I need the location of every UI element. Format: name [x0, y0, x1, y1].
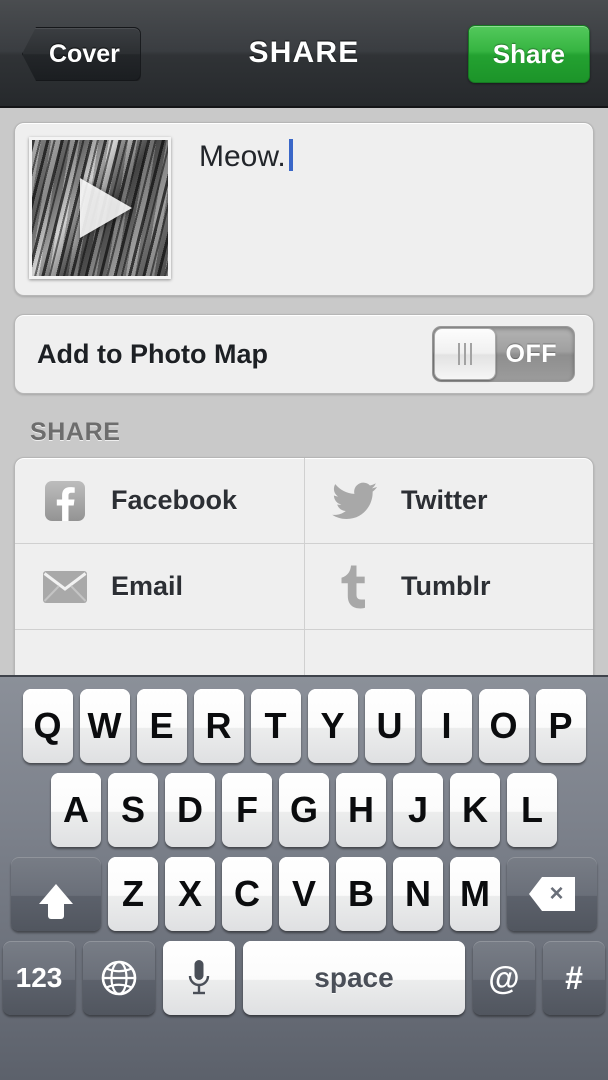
- key-y[interactable]: Y: [307, 689, 358, 763]
- backspace-key[interactable]: ×: [507, 857, 597, 931]
- key-q[interactable]: Q: [22, 689, 73, 763]
- key-i[interactable]: I: [421, 689, 472, 763]
- tumblr-icon: [329, 565, 381, 609]
- space-key[interactable]: space: [243, 941, 465, 1015]
- text-cursor: [288, 139, 293, 171]
- share-service-partial-left[interactable]: [15, 630, 304, 675]
- share-service-label: Email: [111, 571, 184, 601]
- share-service-twitter[interactable]: Twitter: [304, 458, 593, 543]
- key-d[interactable]: D: [165, 773, 215, 847]
- share-screen: Cover SHARE Share Meow. Add to Photo Map…: [0, 0, 608, 1080]
- share-service-tumblr[interactable]: Tumblr: [304, 544, 593, 629]
- at-key[interactable]: @: [473, 941, 535, 1015]
- key-k[interactable]: K: [450, 773, 500, 847]
- key-f[interactable]: F: [222, 773, 272, 847]
- key-c[interactable]: C: [222, 857, 272, 931]
- key-w[interactable]: W: [79, 689, 130, 763]
- share-service-label: Twitter: [401, 485, 488, 515]
- keyboard-row-4: 123 space @ #: [0, 941, 608, 1015]
- onscreen-keyboard: Q W E R T Y U I O P A S D F G H J K L Z: [0, 675, 608, 1080]
- caption-text: Meow.: [199, 140, 286, 173]
- share-button-label: Share: [492, 38, 565, 69]
- key-v[interactable]: V: [279, 857, 329, 931]
- shift-arrow-icon: [39, 884, 73, 919]
- share-service-facebook[interactable]: Facebook: [15, 458, 304, 543]
- keyboard-row-1: Q W E R T Y U I O P: [0, 689, 608, 763]
- keyboard-row-3: Z X C V B N M ×: [0, 857, 608, 931]
- key-p[interactable]: P: [535, 689, 586, 763]
- key-h[interactable]: H: [336, 773, 386, 847]
- share-service-label: Tumblr: [401, 571, 491, 601]
- share-service-label: Facebook: [111, 485, 238, 515]
- key-b[interactable]: B: [336, 857, 386, 931]
- key-a[interactable]: A: [51, 773, 101, 847]
- toggle-knob: [434, 328, 496, 380]
- share-services-row: Email Tumblr: [15, 544, 593, 630]
- key-g[interactable]: G: [279, 773, 329, 847]
- key-x[interactable]: X: [165, 857, 215, 931]
- facebook-icon: [39, 480, 91, 522]
- photo-map-label: Add to Photo Map: [37, 338, 268, 369]
- microphone-icon: [188, 960, 210, 995]
- add-to-photo-map-row[interactable]: Add to Photo Map OFF: [14, 314, 594, 394]
- key-r[interactable]: R: [193, 689, 244, 763]
- key-z[interactable]: Z: [108, 857, 158, 931]
- key-u[interactable]: U: [364, 689, 415, 763]
- content-area: Meow. Add to Photo Map OFF SHARE Faceboo…: [0, 108, 608, 675]
- globe-icon: [101, 960, 137, 996]
- share-button[interactable]: Share: [467, 25, 590, 83]
- key-t[interactable]: T: [250, 689, 301, 763]
- shift-key[interactable]: [11, 857, 101, 931]
- hash-key[interactable]: #: [543, 941, 605, 1015]
- key-s[interactable]: S: [108, 773, 158, 847]
- video-thumbnail[interactable]: [29, 137, 171, 279]
- toggle-state-label: OFF: [505, 339, 557, 368]
- back-button-cover[interactable]: Cover: [22, 27, 141, 81]
- share-services-row: Facebook Twitter: [15, 458, 593, 544]
- numeric-key[interactable]: 123: [3, 941, 75, 1015]
- page-title: SHARE: [248, 36, 360, 69]
- share-services-grid: Facebook Twitter Email Tumblr: [14, 457, 594, 675]
- envelope-icon: [39, 570, 91, 604]
- share-services-row-partial: [15, 630, 593, 675]
- caption-input[interactable]: Meow.: [171, 137, 579, 175]
- key-n[interactable]: N: [393, 857, 443, 931]
- keyboard-row-2: A S D F G H J K L: [0, 773, 608, 847]
- navigation-bar: Cover SHARE Share: [0, 0, 608, 108]
- play-icon: [80, 178, 132, 238]
- dictation-key[interactable]: [163, 941, 235, 1015]
- photo-map-toggle[interactable]: OFF: [432, 326, 575, 382]
- backspace-icon: ×: [529, 877, 575, 911]
- share-service-email[interactable]: Email: [15, 544, 304, 629]
- caption-card: Meow.: [14, 122, 594, 296]
- key-l[interactable]: L: [507, 773, 557, 847]
- key-e[interactable]: E: [136, 689, 187, 763]
- back-button-label: Cover: [49, 39, 120, 68]
- key-m[interactable]: M: [450, 857, 500, 931]
- key-j[interactable]: J: [393, 773, 443, 847]
- twitter-bird-icon: [329, 481, 381, 521]
- share-service-partial-right[interactable]: [304, 630, 593, 675]
- key-o[interactable]: O: [478, 689, 529, 763]
- globe-key[interactable]: [83, 941, 155, 1015]
- share-section-header: SHARE: [30, 418, 121, 446]
